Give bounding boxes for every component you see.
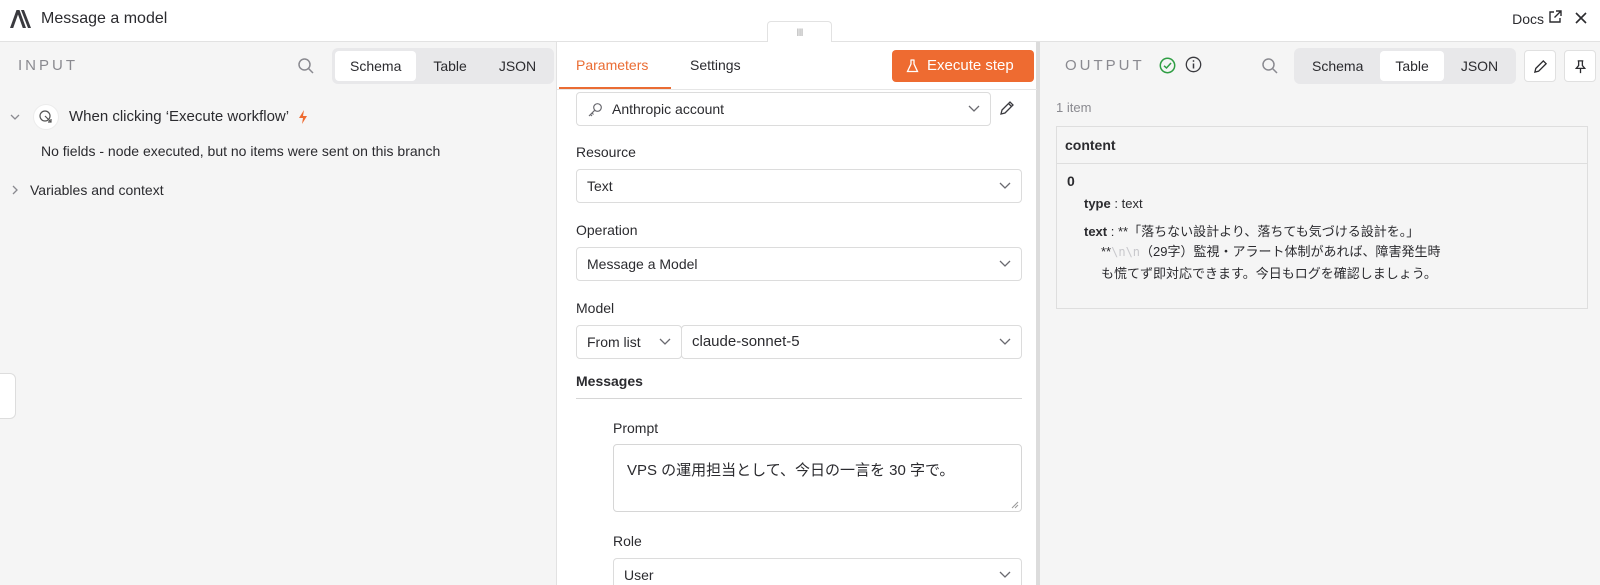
edit-output-button[interactable]	[1524, 50, 1556, 82]
output-tab-table[interactable]: Table	[1380, 51, 1444, 81]
text-row: text : **「落ちない設計より、落ちても気づける設計を。」	[1084, 221, 1419, 240]
chevron-down-icon	[999, 182, 1011, 189]
model-select[interactable]: claude-sonnet-5	[681, 325, 1022, 359]
side-panel-toggle[interactable]	[0, 373, 16, 419]
execute-step-button[interactable]: Execute step	[892, 50, 1034, 82]
messages-divider	[576, 398, 1022, 399]
text-line-1: **「落ちない設計より、落ちても気づける設計を。」	[1118, 224, 1420, 239]
output-view-toggle: Schema Table JSON	[1294, 48, 1517, 84]
execute-step-label: Execute step	[927, 57, 1014, 74]
input-tab-schema[interactable]: Schema	[335, 51, 417, 81]
input-view-toggle: Schema Table JSON	[332, 48, 555, 84]
chevron-down-icon	[999, 260, 1011, 267]
messages-label: Messages	[576, 373, 643, 389]
key-icon	[588, 103, 602, 117]
model-mode-value: From list	[587, 334, 641, 350]
model-label: Model	[576, 300, 615, 316]
operation-select[interactable]: Message a Model	[576, 247, 1022, 281]
operation-value: Message a Model	[587, 256, 698, 272]
chevron-down-icon	[999, 571, 1011, 578]
trigger-node-icon	[33, 104, 59, 130]
chevron-down-icon	[999, 338, 1011, 345]
item-count: 1 item	[1056, 100, 1092, 115]
close-icon[interactable]	[1574, 11, 1588, 25]
chevron-down-icon	[659, 338, 671, 345]
resource-select[interactable]: Text	[576, 169, 1022, 203]
output-tab-json[interactable]: JSON	[1446, 51, 1513, 81]
role-value: User	[624, 567, 654, 583]
operation-label: Operation	[576, 222, 638, 238]
text-stars: **	[1101, 244, 1112, 259]
page-title: Message a model	[41, 10, 168, 27]
trigger-node-label[interactable]: When clicking ‘Execute workflow’	[69, 108, 289, 125]
search-icon[interactable]	[1261, 57, 1279, 75]
prompt-value: VPS の運用担当として、今日の一言を 30 字で。	[627, 462, 955, 479]
model-value: claude-sonnet-5	[692, 333, 800, 350]
input-tab-json[interactable]: JSON	[484, 51, 551, 81]
parameters-panel: Parameters Settings Execute step Anthrop…	[556, 42, 1040, 585]
text-continuation: **\n\n（29字）監視・アラート体制があれば、障害発生時も慌てず即対応できま…	[1101, 241, 1446, 284]
tabs-divider	[557, 89, 1037, 90]
input-tab-table[interactable]: Table	[418, 51, 481, 81]
tab-parameters[interactable]: Parameters	[576, 57, 648, 73]
model-mode-select[interactable]: From list	[576, 325, 682, 359]
edit-credential-icon[interactable]	[999, 100, 1015, 116]
output-label: OUTPUT	[1065, 57, 1145, 74]
output-panel: OUTPUT Schema Table JSON 1 item content …	[1040, 42, 1600, 585]
input-panel: INPUT Schema Table JSON When clicking ‘E…	[0, 42, 556, 585]
tab-settings[interactable]: Settings	[690, 57, 741, 73]
type-value: text	[1121, 196, 1143, 211]
role-label: Role	[613, 533, 642, 549]
separator: :	[1114, 196, 1118, 211]
text-key: text	[1084, 224, 1108, 239]
separator: :	[1110, 224, 1115, 239]
prompt-textarea[interactable]: VPS の運用担当として、今日の一言を 30 字で。	[613, 444, 1022, 512]
text-rest: （29字）監視・アラート体制があれば、障害発生時も慌てず即対応できます。今日もロ…	[1101, 244, 1441, 281]
output-tab-schema[interactable]: Schema	[1297, 51, 1378, 81]
lightning-icon	[299, 110, 307, 124]
flask-icon	[906, 59, 919, 73]
anthropic-logo-icon	[10, 10, 31, 28]
pointer-icon	[39, 110, 52, 123]
credential-select[interactable]: Anthropic account	[576, 92, 991, 126]
empty-branch-message: No fields - node executed, but no items …	[41, 143, 441, 159]
pin-output-button[interactable]	[1564, 50, 1596, 82]
chevron-right-icon[interactable]	[10, 185, 20, 195]
type-row: type : text	[1084, 196, 1143, 211]
newline-escape: \n\n	[1111, 245, 1141, 259]
chevron-down-icon	[968, 105, 980, 112]
prompt-label: Prompt	[613, 420, 659, 436]
info-icon[interactable]	[1185, 56, 1202, 73]
resource-value: Text	[587, 178, 613, 194]
type-key: type	[1084, 196, 1111, 211]
output-table: content 0 type : text text : **「落ちない設計より…	[1056, 126, 1588, 309]
column-header-content: content	[1057, 127, 1587, 164]
pin-icon	[1574, 60, 1587, 74]
search-icon[interactable]	[297, 57, 315, 75]
success-check-icon	[1159, 57, 1176, 74]
chevron-down-icon[interactable]	[10, 112, 20, 122]
resource-label: Resource	[576, 144, 636, 160]
pencil-icon	[1533, 59, 1548, 74]
credential-value: Anthropic account	[612, 101, 725, 117]
external-link-icon[interactable]	[1548, 10, 1562, 24]
docs-link[interactable]: Docs	[1512, 11, 1544, 27]
role-select[interactable]: User	[613, 558, 1022, 585]
item-index: 0	[1067, 173, 1075, 189]
resize-handle-icon[interactable]	[1011, 501, 1019, 509]
panel-drag-handle[interactable]: III	[767, 21, 832, 43]
input-label: INPUT	[18, 57, 78, 74]
variables-context-item[interactable]: Variables and context	[30, 182, 164, 198]
